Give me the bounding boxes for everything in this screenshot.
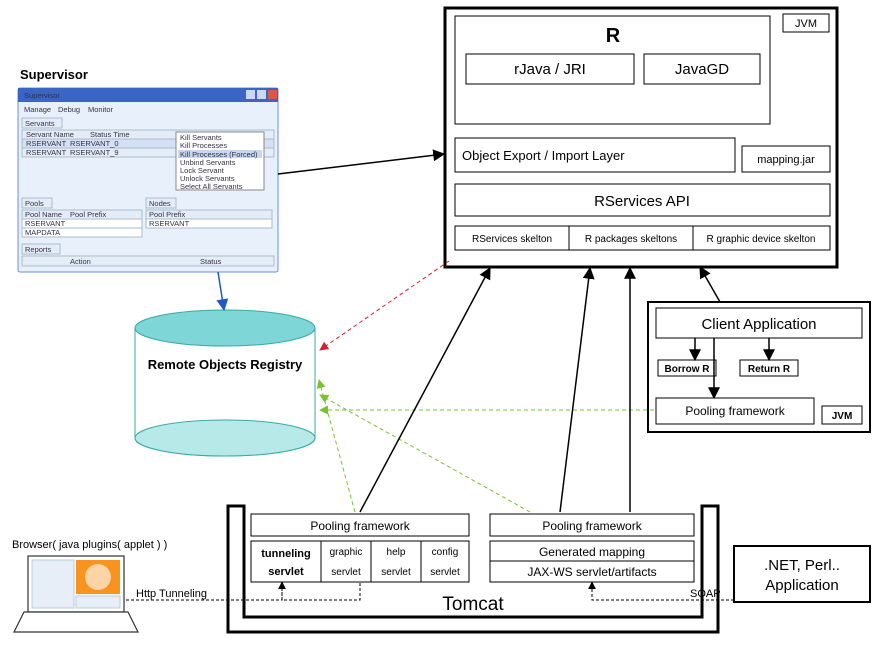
skel-rservices: RServices skelton xyxy=(472,234,552,245)
ctx-kill-processes[interactable]: Kill Processes xyxy=(180,141,227,150)
svg-text:Status: Status xyxy=(200,257,222,266)
soap-label: SOAP xyxy=(690,588,721,600)
svg-text:RSERVANT: RSERVANT xyxy=(25,219,66,228)
tomcat-left-pool: Pooling framework xyxy=(310,519,410,533)
svg-text:RSERVANT_0: RSERVANT_0 xyxy=(70,139,119,148)
arrow-jvm-registry xyxy=(320,261,449,350)
svg-text:Pool Prefix: Pool Prefix xyxy=(70,210,107,219)
export-layer-label: Object Export / Import Layer xyxy=(462,148,625,163)
registry-label: Remote Objects Registry xyxy=(148,357,303,372)
registry-cylinder: Remote Objects Registry xyxy=(135,310,315,456)
graphic-label: graphic xyxy=(330,547,363,558)
arrow-tomcat-left-registry xyxy=(319,380,355,512)
client-jvm-label: JVM xyxy=(832,411,853,422)
svg-text:Pool Prefix: Pool Prefix xyxy=(149,210,186,219)
svg-text:RSERVANT: RSERVANT xyxy=(26,148,67,157)
mapping-jar-label: mapping.jar xyxy=(757,154,815,166)
borrow-r-label: Borrow R xyxy=(665,364,711,375)
javagd-label: JavaGD xyxy=(675,61,729,78)
nodes-label: Nodes xyxy=(149,199,171,208)
architecture-diagram: JVM R rJava / JRI JavaGD Object Export /… xyxy=(0,0,884,663)
arrow-client-jvm xyxy=(700,267,720,302)
jaxws-label: JAX-WS servlet/artifacts xyxy=(527,565,656,579)
arrow-tomcat-right-registry xyxy=(320,395,530,512)
jvm-r-block: JVM R rJava / JRI JavaGD Object Export /… xyxy=(445,8,837,267)
supervisor-title: Supervisor xyxy=(20,67,88,82)
menu-manage[interactable]: Manage xyxy=(24,105,51,114)
return-r-label: Return R xyxy=(748,364,791,375)
svg-text:servlet: servlet xyxy=(381,567,411,578)
svg-text:Action: Action xyxy=(70,257,91,266)
dotnet-block: .NET, Perl.. Application xyxy=(734,546,870,602)
arrow-tomcat-right-jvm1 xyxy=(560,268,590,512)
jvm-label: JVM xyxy=(795,18,817,30)
laptop-icon xyxy=(14,556,138,632)
svg-text:MAPDATA: MAPDATA xyxy=(25,228,60,237)
supervisor-window-title: Supervisor xyxy=(24,91,60,100)
svg-text:Pool Name: Pool Name xyxy=(25,210,62,219)
svg-text:Servant Name: Servant Name xyxy=(26,130,74,139)
client-block: Client Application Borrow R Return R Poo… xyxy=(648,302,870,432)
tab-servants[interactable]: Servants xyxy=(25,119,55,128)
svg-text:RSERVANT: RSERVANT xyxy=(149,219,190,228)
tomcat-title: Tomcat xyxy=(442,594,504,615)
svg-text:Status Time: Status Time xyxy=(90,130,130,139)
svg-text:RSERVANT_9: RSERVANT_9 xyxy=(70,148,119,157)
help-label: help xyxy=(387,547,406,558)
tunneling-label: tunneling xyxy=(261,548,311,560)
tunneling-servlet-label: servlet xyxy=(268,566,304,578)
menu-monitor[interactable]: Monitor xyxy=(88,105,114,114)
browser-title: Browser( java plugins( applet ) ) xyxy=(12,539,167,551)
tomcat-left-block: Pooling framework tunneling servlet grap… xyxy=(251,514,469,582)
skel-graphic: R graphic device skelton xyxy=(707,234,816,245)
rjava-label: rJava / JRI xyxy=(514,61,586,78)
svg-text:RSERVANT: RSERVANT xyxy=(26,139,67,148)
dotnet-line2: Application xyxy=(765,577,838,594)
skel-packages: R packages skeltons xyxy=(585,234,677,245)
r-label: R xyxy=(606,25,621,47)
pools-label: Pools xyxy=(25,199,44,208)
config-label: config xyxy=(432,547,459,558)
tomcat-right-block: Pooling framework Generated mapping JAX-… xyxy=(490,514,694,582)
arrow-tomcat-left-jvm xyxy=(360,268,490,512)
svg-text:servlet: servlet xyxy=(331,567,361,578)
ctx-select-all[interactable]: Select All Servants xyxy=(180,182,243,191)
svg-text:servlet: servlet xyxy=(430,567,460,578)
client-pool-label: Pooling framework xyxy=(685,404,785,418)
reports-label: Reports xyxy=(25,245,52,254)
rservices-api-label: RServices API xyxy=(594,193,690,210)
http-tunneling-label: Http Tunneling xyxy=(136,588,207,600)
menu-debug[interactable]: Debug xyxy=(58,105,80,114)
dotnet-line1: .NET, Perl.. xyxy=(764,557,840,574)
supervisor-window: Supervisor Manage Debug Monitor Servants… xyxy=(18,88,278,272)
tomcat-container: Tomcat Pooling framework tunneling servl… xyxy=(228,506,718,632)
arrow-supervisor-jvm xyxy=(278,154,444,174)
client-title: Client Application xyxy=(701,316,816,333)
arrow-supervisor-registry xyxy=(218,272,224,310)
tomcat-right-pool: Pooling framework xyxy=(542,519,642,533)
generated-mapping-label: Generated mapping xyxy=(539,545,645,559)
